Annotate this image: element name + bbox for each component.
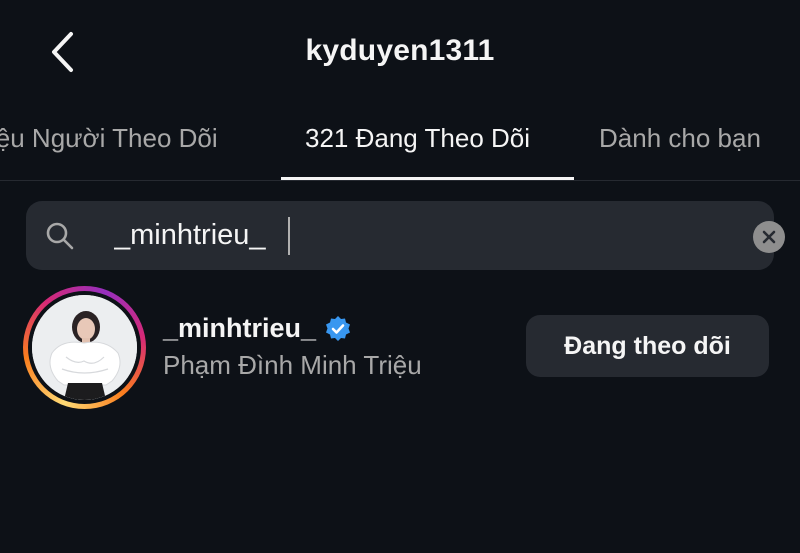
tab-following[interactable]: 321 Đang Theo Dõi: [305, 123, 530, 154]
tab-suggested-for-you[interactable]: Dành cho bạn: [599, 123, 761, 154]
text-cursor: [288, 217, 290, 255]
username-line: _minhtrieu_: [163, 313, 352, 344]
verified-badge-icon: [326, 315, 351, 341]
tab-followers[interactable]: iệu Người Theo Dõi: [0, 123, 218, 154]
result-username[interactable]: _minhtrieu_: [163, 313, 316, 344]
search-icon: [46, 222, 74, 250]
tab-bar: iệu Người Theo Dõi 321 Đang Theo Dõi Dàn…: [0, 105, 800, 181]
following-button[interactable]: Đang theo dõi: [526, 315, 769, 377]
clear-search-button[interactable]: [753, 221, 785, 253]
story-ring[interactable]: [23, 286, 146, 409]
profile-username-title: kyduyen1311: [305, 34, 495, 67]
search-bar[interactable]: [26, 201, 785, 270]
header: kyduyen1311: [0, 0, 800, 105]
avatar-photo: [32, 295, 137, 400]
result-full-name: Phạm Đình Minh Triệu: [163, 350, 422, 380]
list-item[interactable]: _minhtrieu_ Phạm Đình Minh Triệu Đang th…: [0, 280, 800, 420]
active-tab-indicator: [281, 177, 574, 180]
avatar: [32, 295, 137, 400]
clear-icon: [762, 230, 776, 244]
search-input[interactable]: [88, 211, 714, 259]
